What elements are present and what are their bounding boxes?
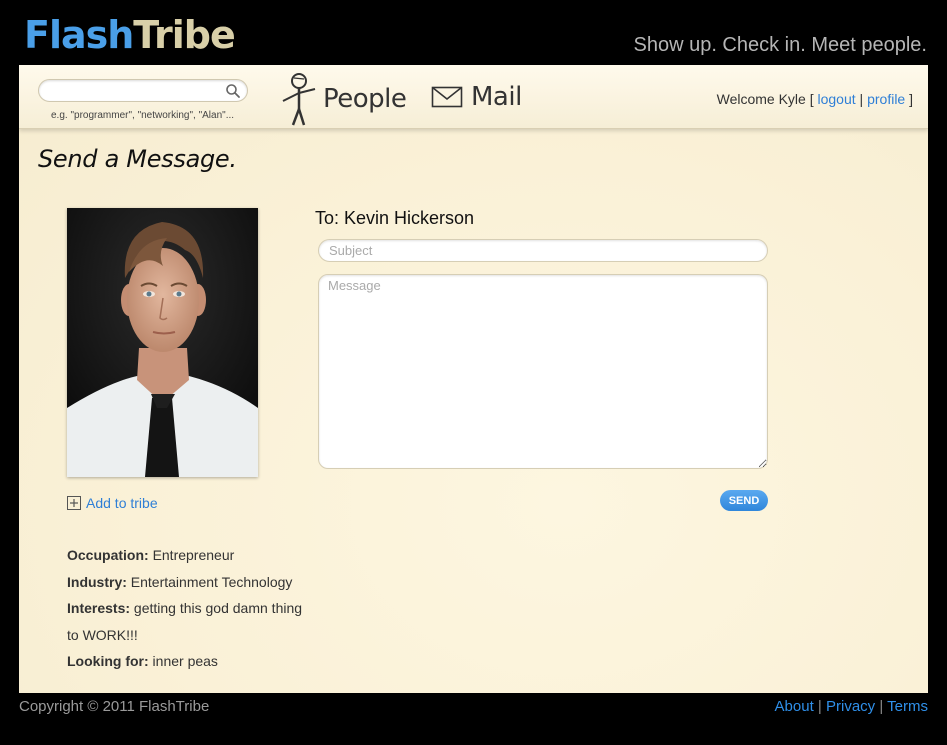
envelope-icon — [431, 86, 463, 108]
main-panel: e.g. "programmer", "networking", "Alan".… — [19, 65, 928, 693]
copyright: Copyright © 2011 FlashTribe — [19, 698, 210, 715]
nav-people[interactable]: People — [277, 71, 407, 127]
navbar: e.g. "programmer", "networking", "Alan".… — [19, 65, 928, 129]
plus-box-icon — [67, 496, 81, 510]
footer-separator: | — [879, 698, 884, 715]
tagline: Show up. Check in. Meet people. — [633, 34, 927, 56]
nav-people-label: People — [323, 84, 407, 114]
add-to-tribe-link[interactable]: Add to tribe — [67, 495, 158, 511]
send-button[interactable]: SEND — [720, 490, 768, 511]
footer-about-link[interactable]: About — [775, 698, 814, 715]
detail-occupation-label: Occupation: — [67, 547, 149, 563]
nav-mail[interactable]: Mail — [431, 79, 522, 115]
detail-interests: Interests: getting this god damn thing t… — [67, 595, 307, 648]
add-to-tribe-label: Add to tribe — [86, 495, 158, 511]
footer-links: About | Privacy | Terms — [775, 698, 928, 715]
footer-separator: | — [817, 698, 822, 715]
detail-occupation: Occupation: Entrepreneur — [67, 542, 307, 569]
nav-mail-label: Mail — [471, 82, 522, 112]
profile-photo-image — [67, 208, 258, 477]
profile-photo — [67, 208, 258, 477]
welcome-separator: | — [859, 91, 864, 107]
welcome-bar: Welcome Kyle [ logout | profile ] — [717, 91, 913, 107]
profile-details: Occupation: Entrepreneur Industry: Enter… — [67, 542, 307, 675]
bracket-close: ] — [909, 91, 913, 107]
welcome-text: Welcome Kyle — [716, 91, 806, 107]
subject-input[interactable] — [318, 239, 768, 262]
detail-industry-label: Industry: — [67, 573, 127, 590]
profile-link[interactable]: profile — [867, 91, 905, 107]
stick-figure-icon — [282, 73, 316, 126]
search-box — [38, 79, 248, 102]
recipient-line: To: Kevin Hickerson — [315, 208, 475, 228]
detail-occupation-value: Entrepreneur — [152, 547, 235, 563]
detail-interests-label: Interests: — [67, 600, 131, 616]
search-input[interactable] — [49, 82, 219, 99]
logout-link[interactable]: logout — [818, 91, 856, 107]
message-textarea[interactable] — [318, 274, 768, 469]
brand-logo-flash: Flash — [24, 13, 134, 57]
detail-looking-for: Looking for: inner peas — [67, 648, 307, 675]
search-hint: e.g. "programmer", "networking", "Alan".… — [51, 110, 235, 121]
brand-logo-tribe: Tribe — [133, 13, 235, 57]
footer-privacy-link[interactable]: Privacy — [826, 698, 875, 715]
detail-looking-for-value: inner peas — [152, 653, 218, 669]
detail-industry: Industry: Entertainment Technology — [67, 569, 307, 596]
detail-industry-value: Entertainment Technology — [130, 573, 293, 590]
footer-terms-link[interactable]: Terms — [887, 698, 928, 715]
detail-looking-for-label: Looking for: — [67, 653, 149, 669]
page-title: Send a Message. — [38, 145, 237, 173]
brand-logo[interactable]: FlashTribe — [24, 12, 236, 58]
bracket-open: [ — [809, 91, 814, 107]
search-icon[interactable] — [225, 83, 241, 99]
